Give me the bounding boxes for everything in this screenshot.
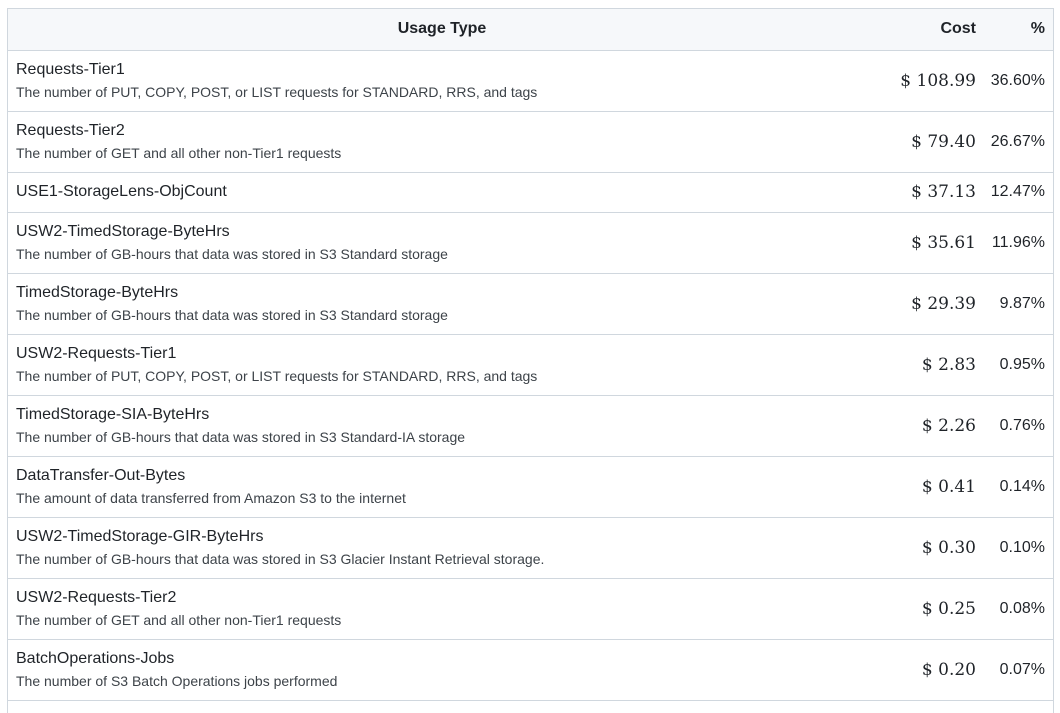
usage-type-description: The number of PUT, COPY, POST, or LIST r… xyxy=(16,368,538,384)
usage-type-cell: USW2-TimedStorage-GIR-ByteHrs The number … xyxy=(8,517,876,579)
usage-type-cell: USE1-StorageLens-ObjCount xyxy=(8,172,876,213)
usage-cost-table: Usage Type Cost % Requests-Tier1 The numb… xyxy=(8,9,1053,701)
column-header-cost[interactable]: Cost xyxy=(876,9,976,51)
percent-cell: 0.07% xyxy=(976,639,1053,701)
table-body: Requests-Tier1 The number of PUT, COPY, P… xyxy=(8,50,1053,701)
usage-type-cell: USW2-TimedStorage-ByteHrs The number of G… xyxy=(8,212,876,274)
table-row: USW2-TimedStorage-ByteHrs The number of G… xyxy=(8,212,1053,274)
cost-cell: $ 37.13 xyxy=(876,172,976,213)
table-row: USW2-Requests-Tier2 The number of GET and… xyxy=(8,578,1053,640)
percent-cell: 0.10% xyxy=(976,517,1053,579)
percent-cell: 26.67% xyxy=(976,111,1053,173)
percent-cell: 36.60% xyxy=(976,50,1053,112)
usage-type-name: TimedStorage-SIA-ByteHrs xyxy=(16,406,210,423)
usage-type-name: USE1-StorageLens-ObjCount xyxy=(16,183,227,200)
table-row: TimedStorage-SIA-ByteHrs The number of GB… xyxy=(8,395,1053,457)
cost-cell: $ 108.99 xyxy=(876,50,976,112)
cost-cell: $ 79.40 xyxy=(876,111,976,173)
percent-cell: 0.95% xyxy=(976,334,1053,396)
percent-cell: 0.08% xyxy=(976,578,1053,640)
usage-type-description: The number of GET and all other non-Tier… xyxy=(16,612,342,628)
cost-cell: $ 35.61 xyxy=(876,212,976,274)
table-row: DataTransfer-Out-Bytes The amount of data… xyxy=(8,456,1053,518)
table-row: BatchOperations-Jobs The number of S3 Bat… xyxy=(8,639,1053,701)
usage-type-description: The number of S3 Batch Operations jobs p… xyxy=(16,673,338,689)
percent-cell: 9.87% xyxy=(976,273,1053,335)
usage-type-cell: DataTransfer-Out-Bytes The amount of data… xyxy=(8,456,876,518)
usage-type-cell: TimedStorage-SIA-ByteHrs The number of GB… xyxy=(8,395,876,457)
table-row: TimedStorage-ByteHrs The number of GB-hou… xyxy=(8,273,1053,335)
usage-type-description: The number of GB-hours that data was sto… xyxy=(16,551,545,567)
table-row: Requests-Tier2 The number of GET and all … xyxy=(8,111,1053,173)
usage-type-description: The number of PUT, COPY, POST, or LIST r… xyxy=(16,84,538,100)
usage-type-cell: Requests-Tier2 The number of GET and all … xyxy=(8,111,876,173)
percent-cell: 0.14% xyxy=(976,456,1053,518)
usage-type-cell: USW2-Requests-Tier2 The number of GET and… xyxy=(8,578,876,640)
usage-type-name: USW2-TimedStorage-ByteHrs xyxy=(16,223,230,240)
percent-cell: 11.96% xyxy=(976,212,1053,274)
usage-type-cell: Requests-Tier1 The number of PUT, COPY, P… xyxy=(8,50,876,112)
column-header-percent[interactable]: % xyxy=(976,9,1053,51)
usage-type-description: The number of GB-hours that data was sto… xyxy=(16,246,448,262)
table-row: USW2-TimedStorage-GIR-ByteHrs The number … xyxy=(8,517,1053,579)
cost-cell: $ 0.20 xyxy=(876,639,976,701)
usage-type-name: BatchOperations-Jobs xyxy=(16,650,175,667)
usage-type-cell: TimedStorage-ByteHrs The number of GB-hou… xyxy=(8,273,876,335)
cost-cell: $ 0.41 xyxy=(876,456,976,518)
cost-cell: $ 29.39 xyxy=(876,273,976,335)
cost-cell: $ 2.83 xyxy=(876,334,976,396)
percent-cell: 0.76% xyxy=(976,395,1053,457)
usage-type-name: USW2-TimedStorage-GIR-ByteHrs xyxy=(16,528,264,545)
table-header-row: Usage Type Cost % xyxy=(8,9,1053,51)
usage-type-name: USW2-Requests-Tier2 xyxy=(16,589,177,606)
cost-cell: $ 0.30 xyxy=(876,517,976,579)
usage-type-description: The number of GB-hours that data was sto… xyxy=(16,307,448,323)
table-row: Requests-Tier1 The number of PUT, COPY, P… xyxy=(8,50,1053,112)
table-header: Usage Type Cost % xyxy=(8,9,1053,51)
usage-type-name: TimedStorage-ByteHrs xyxy=(16,284,179,301)
usage-type-name: Requests-Tier1 xyxy=(16,61,125,78)
usage-cost-table-container: Usage Type Cost % Requests-Tier1 The numb… xyxy=(7,8,1054,713)
usage-type-description: The number of GB-hours that data was sto… xyxy=(16,429,466,445)
usage-type-name: Requests-Tier2 xyxy=(16,122,125,139)
usage-type-cell: USW2-Requests-Tier1 The number of PUT, CO… xyxy=(8,334,876,396)
table-row: USW2-Requests-Tier1 The number of PUT, CO… xyxy=(8,334,1053,396)
usage-type-name: USW2-Requests-Tier1 xyxy=(16,345,177,362)
column-header-usage-type[interactable]: Usage Type xyxy=(8,9,876,51)
usage-type-description: The amount of data transferred from Amaz… xyxy=(16,490,406,506)
cost-cell: $ 2.26 xyxy=(876,395,976,457)
table-row: USE1-StorageLens-ObjCount $ 37.13 12.47% xyxy=(8,172,1053,213)
percent-cell: 12.47% xyxy=(976,172,1053,213)
usage-type-name: DataTransfer-Out-Bytes xyxy=(16,467,186,484)
usage-type-cell: BatchOperations-Jobs The number of S3 Bat… xyxy=(8,639,876,701)
usage-type-description: The number of GET and all other non-Tier… xyxy=(16,145,342,161)
cost-cell: $ 0.25 xyxy=(876,578,976,640)
